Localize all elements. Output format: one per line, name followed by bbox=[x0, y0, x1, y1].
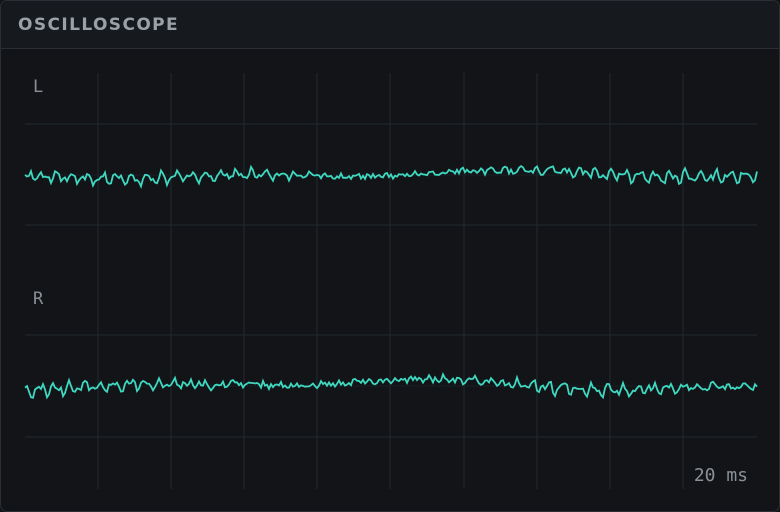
oscilloscope-panel: OSCILLOSCOPE L R 20 ms bbox=[0, 0, 780, 512]
time-scale-label: 20 ms bbox=[694, 465, 748, 486]
waveform-trace-left bbox=[24, 164, 758, 190]
channel-label-right: R bbox=[33, 289, 44, 309]
scope-display: L R 20 ms bbox=[24, 73, 758, 489]
channel-label-left: L bbox=[33, 77, 43, 97]
scope-grid bbox=[25, 73, 757, 489]
